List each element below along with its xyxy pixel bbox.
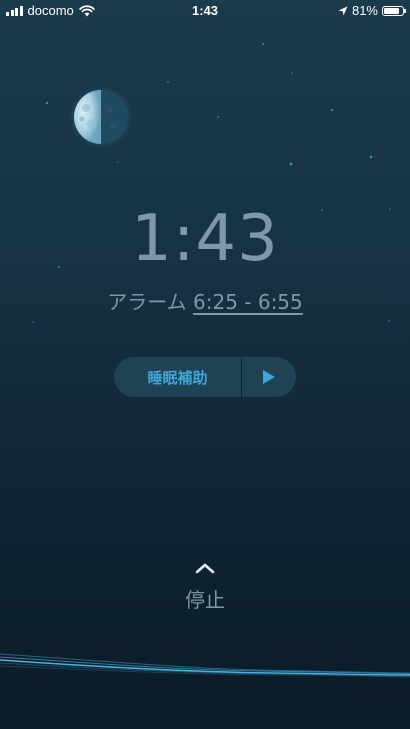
alarm-time-range[interactable]: 6:25 - 6:55 bbox=[193, 290, 303, 314]
status-bar-right: 81% bbox=[338, 3, 406, 18]
battery-level bbox=[384, 7, 399, 14]
chevron-up-icon[interactable] bbox=[195, 562, 215, 574]
play-icon bbox=[263, 370, 275, 384]
clock-time: 1:43 bbox=[131, 202, 279, 276]
sound-wave bbox=[0, 653, 410, 678]
battery-icon bbox=[382, 5, 406, 16]
stop-button[interactable]: 停止 bbox=[0, 584, 410, 613]
sleep-aid-button[interactable]: 睡眠補助 bbox=[114, 357, 242, 397]
alarm-label: アラーム bbox=[107, 290, 187, 314]
location-icon bbox=[338, 6, 348, 15]
play-button[interactable] bbox=[242, 357, 296, 397]
moon-icon bbox=[70, 86, 132, 148]
alarm-info[interactable]: アラーム 6:25 - 6:55 bbox=[0, 286, 410, 315]
sleep-aid-control: 睡眠補助 bbox=[114, 357, 296, 397]
battery-percent: 81% bbox=[351, 3, 378, 18]
status-bar: docomo 1:43 81% bbox=[0, 0, 410, 22]
